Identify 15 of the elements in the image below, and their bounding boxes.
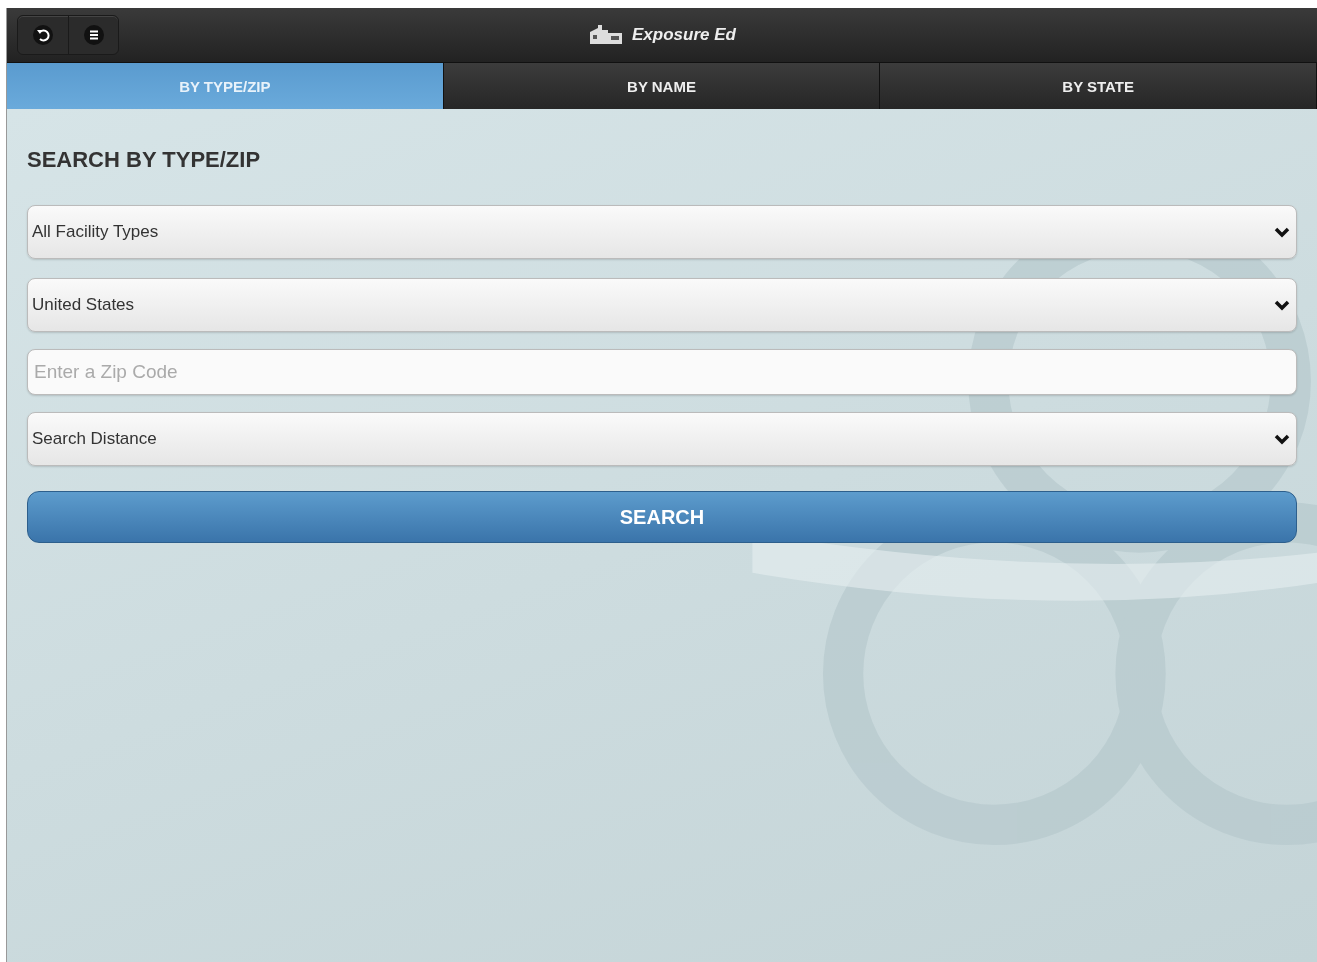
menu-icon bbox=[82, 24, 105, 46]
search-button[interactable]: SEARCH bbox=[27, 491, 1297, 543]
dropdown-field[interactable]: Search Distance bbox=[27, 412, 1297, 466]
chevron-down-icon bbox=[1274, 226, 1290, 238]
tab[interactable]: BY STATE bbox=[880, 63, 1317, 109]
section-heading: SEARCH BY TYPE/ZIP bbox=[27, 147, 262, 173]
undo-icon bbox=[32, 24, 54, 46]
chevron-down-icon bbox=[1274, 299, 1290, 311]
building-icon bbox=[588, 24, 625, 46]
app-title: Exposure Ed bbox=[632, 25, 736, 45]
dropdown-field[interactable]: United States bbox=[27, 278, 1297, 332]
dropdown-field[interactable]: All Facility Types bbox=[27, 205, 1297, 259]
zip-code-input[interactable]: Enter a Zip Code bbox=[27, 349, 1297, 395]
tab[interactable]: BY NAME bbox=[443, 63, 881, 109]
chevron-down-icon bbox=[1274, 433, 1290, 445]
